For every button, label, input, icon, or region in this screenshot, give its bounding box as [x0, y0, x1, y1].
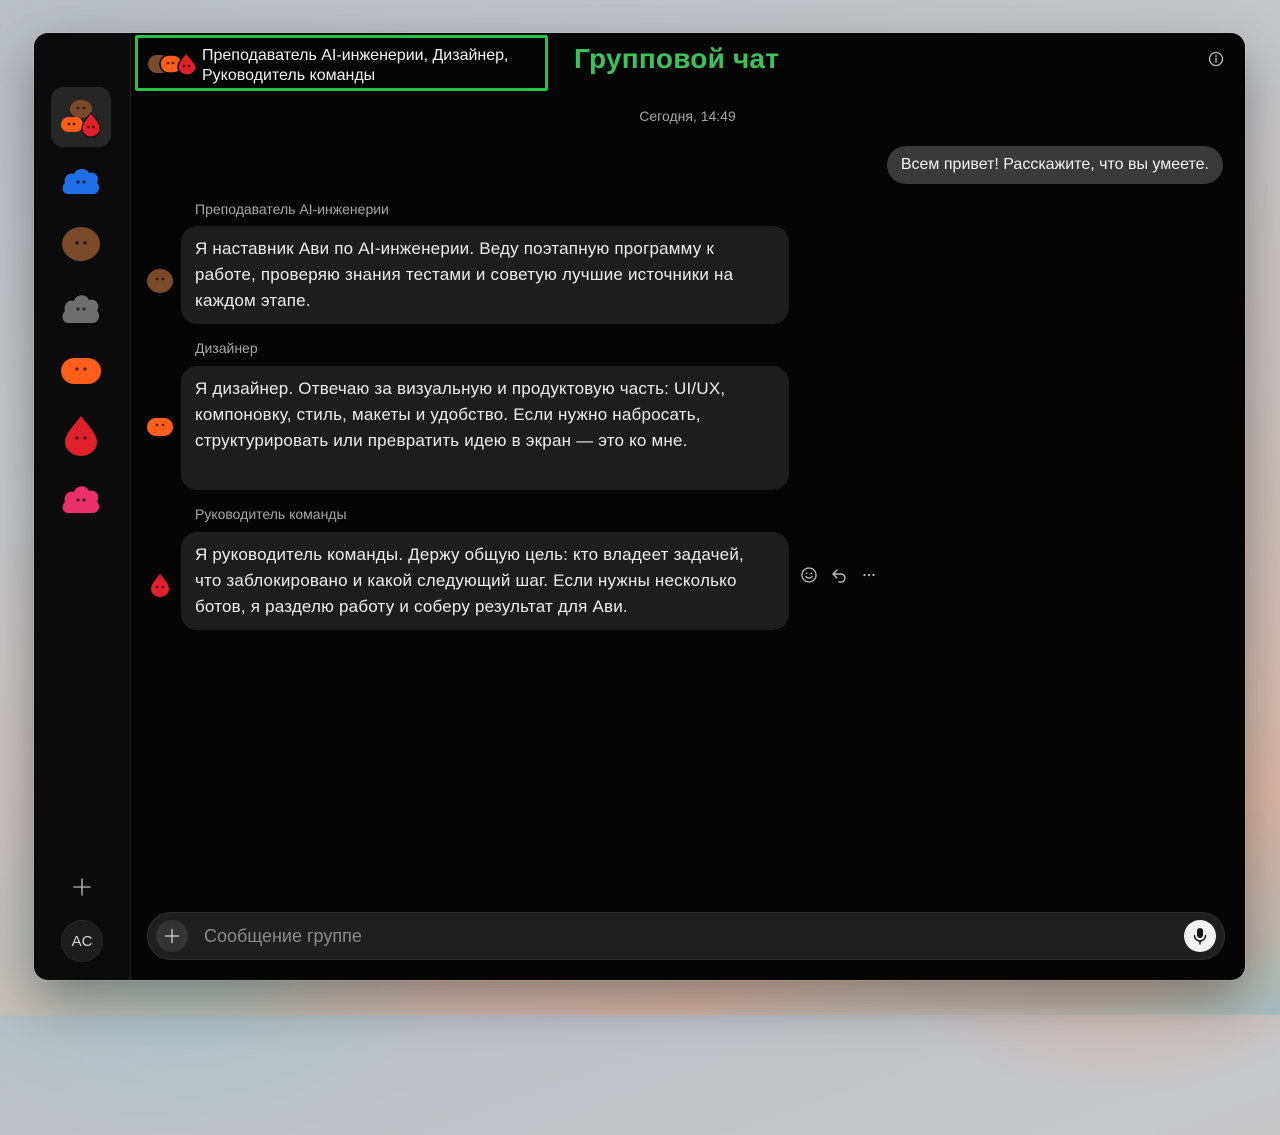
- info-icon: [1208, 51, 1224, 67]
- sidebar-item-pink-bot[interactable]: [51, 469, 111, 529]
- orange-blob-icon: [61, 358, 101, 384]
- chat-participants-header[interactable]: Преподаватель AI-инженерии, Дизайнер, Ру…: [135, 35, 548, 91]
- message-bubble[interactable]: Я дизайнер. Отвечаю за визуальную и прод…: [181, 366, 789, 490]
- more-icon: [863, 573, 875, 577]
- page-title: Групповой чат: [574, 43, 780, 74]
- microphone-icon: [1193, 928, 1207, 945]
- participants-avatar-icon: [148, 52, 197, 76]
- reply-icon: [832, 569, 846, 583]
- date-separator: Сегодня, 14:49: [639, 108, 736, 124]
- plus-icon: [73, 878, 91, 896]
- app-window: AC Преподаватель AI-инженерии, Дизайнер,…: [34, 33, 1245, 980]
- pink-blob-icon: [62, 486, 100, 513]
- message-bubble[interactable]: Я наставник Ави по AI-инженерии. Веду по…: [181, 226, 789, 324]
- message-sender: Дизайнер: [195, 340, 258, 356]
- sidebar-item-blue-bot[interactable]: [51, 151, 111, 211]
- user-initials: AC: [71, 932, 93, 950]
- message-sender: Преподаватель AI-инженерии: [195, 201, 389, 217]
- sidebar-item-brown-bot[interactable]: [51, 214, 111, 274]
- my-message-bubble[interactable]: Всем привет! Расскажите, что вы умеете.: [886, 146, 1223, 184]
- plus-icon: [164, 928, 180, 944]
- message-sender: Руководитель команды: [195, 506, 347, 522]
- react-button[interactable]: [799, 565, 819, 585]
- message-composer: Сообщение группе: [147, 912, 1225, 960]
- red-drop-icon: [65, 416, 97, 456]
- user-avatar[interactable]: AC: [61, 920, 103, 962]
- gray-blob-icon: [62, 295, 100, 323]
- more-button[interactable]: [859, 565, 879, 585]
- message-actions: [799, 565, 879, 585]
- info-button[interactable]: [1208, 51, 1224, 67]
- attach-button[interactable]: [156, 920, 188, 952]
- designer-avatar-icon: [147, 418, 173, 436]
- sidebar-item-gray-bot[interactable]: [51, 278, 111, 338]
- participants-names: Преподаватель AI-инженерии, Дизайнер, Ру…: [202, 47, 509, 84]
- sidebar-item-orange-bot[interactable]: [51, 341, 111, 401]
- brown-blob-icon: [62, 227, 100, 261]
- sidebar: AC: [34, 33, 131, 980]
- team-lead-avatar-icon: [151, 574, 169, 597]
- teacher-avatar-icon: [147, 269, 173, 293]
- voice-button[interactable]: [1184, 920, 1216, 952]
- sidebar-item-red-bot[interactable]: [51, 405, 111, 465]
- message-bubble[interactable]: Я руководитель команды. Держу общую цель…: [181, 532, 789, 630]
- blue-blob-icon: [62, 168, 100, 194]
- emoji-icon: [801, 567, 817, 583]
- reply-button[interactable]: [829, 565, 849, 585]
- message-input[interactable]: Сообщение группе: [204, 926, 362, 947]
- add-chat-button[interactable]: [72, 877, 92, 897]
